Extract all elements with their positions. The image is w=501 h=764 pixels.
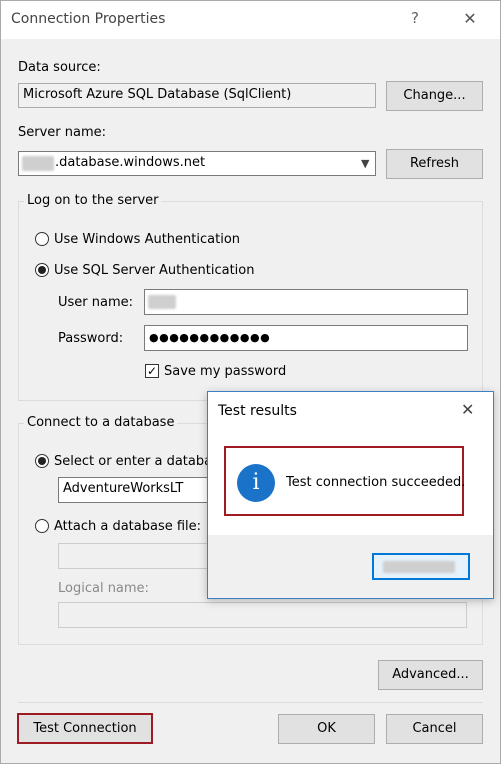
server-name-combobox[interactable]: .database.windows.net [18,151,376,176]
connection-properties-dialog: Connection Properties ? ✕ Data source: M… [0,0,501,764]
refresh-button[interactable]: Refresh [386,149,483,179]
select-database-label[interactable]: Select or enter a database [54,454,227,469]
select-database-radio[interactable] [35,454,49,468]
test-results-title: Test results [218,403,297,419]
help-icon[interactable]: ? [405,9,425,31]
attach-file-radio[interactable] [35,519,49,533]
logon-group-title: Log on to the server [24,193,162,208]
attach-file-label[interactable]: Attach a database file: [54,519,201,534]
server-name-label: Server name: [18,125,107,140]
title-bar: Connection Properties ? ✕ [1,1,500,39]
save-password-checkbox[interactable]: ✓ [145,364,159,378]
result-message: Test connection succeeded. [286,475,466,490]
data-source-label: Data source: [18,60,101,75]
server-name-value: .database.windows.net [55,155,206,170]
ok-button[interactable]: OK [278,714,375,744]
chevron-down-icon[interactable]: ▼ [361,157,369,170]
test-results-dialog: Test results ✕ i Test connection succeed… [207,391,494,599]
data-source-field: Microsoft Azure SQL Database (SqlClient) [18,83,376,108]
sql-auth-radio[interactable] [35,263,49,277]
sql-auth-label[interactable]: Use SQL Server Authentication [54,263,254,278]
dialog-title: Connection Properties [11,11,166,27]
user-name-input[interactable] [144,289,468,315]
close-icon[interactable]: ✕ [459,9,481,31]
redacted-server-prefix [22,156,54,171]
test-connection-button[interactable]: Test Connection [17,713,153,744]
database-name-value: AdventureWorksLT [63,481,184,496]
footer-separator [18,702,483,703]
database-group-title: Connect to a database [24,415,178,430]
change-button[interactable]: Change... [386,81,483,111]
password-input[interactable]: ●●●●●●●●●●●● [144,325,468,351]
logical-name-label: Logical name: [58,581,149,596]
info-icon: i [237,464,275,502]
redacted-user-name [148,295,176,309]
advanced-button[interactable]: Advanced... [378,660,483,690]
close-icon[interactable]: ✕ [461,400,474,419]
redacted-button-label [383,561,455,573]
windows-auth-radio[interactable] [35,232,49,246]
logical-name-input[interactable] [58,602,467,628]
password-label: Password: [58,331,124,346]
cancel-button[interactable]: Cancel [386,714,483,744]
test-results-body: Test results ✕ i Test connection succeed… [208,392,493,535]
popup-ok-button[interactable] [372,553,470,580]
save-password-label[interactable]: Save my password [164,364,286,379]
user-name-label: User name: [58,295,134,310]
windows-auth-label[interactable]: Use Windows Authentication [54,232,240,247]
